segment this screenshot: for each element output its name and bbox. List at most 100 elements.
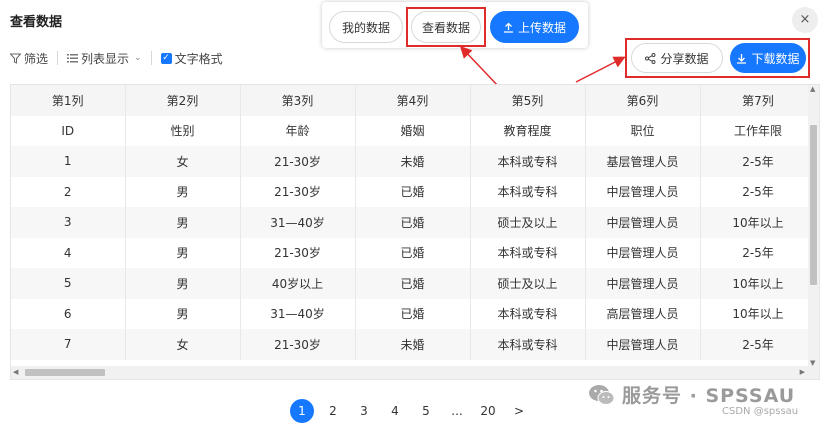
table-cell: 婚姻 [355,115,471,146]
vertical-scroll-thumb[interactable] [810,125,817,285]
table-cell: 已婚 [355,298,471,329]
table-cell: 中层管理人员 [585,329,701,360]
table-cell: 职位 [585,115,701,146]
vertical-scrollbar[interactable]: ▲ ▼ [808,85,819,367]
page-button[interactable]: 2 [321,399,345,423]
table-cell: 21-30岁 [240,176,356,207]
column-header[interactable]: 第2列 [125,85,241,116]
table-cell: 21-30岁 [240,237,356,268]
table-cell: 21-30岁 [240,146,356,177]
table-row: 1 女 21-30岁 未婚 本科或专科 基层管理人员 2-5年 [11,146,817,177]
table-row: ID 性别 年龄 婚姻 教育程度 职位 工作年限 [11,115,817,146]
scroll-left-icon[interactable]: ◀ [13,368,18,376]
pagination: 1 2 3 4 5... 20 > [290,399,538,423]
table-cell: 未婚 [355,146,471,177]
horizontal-scrollbar[interactable]: ◀ ▶ [11,366,819,379]
csdn-watermark: CSDN @spssau [722,406,799,417]
page-button[interactable]: 20 [476,399,500,423]
table-row: 3 男 31—40岁 已婚 硕士及以上 中层管理人员 10年以上 [11,207,817,238]
table-row: 6 男 31—40岁 已婚 本科或专科 高层管理人员 10年以上 [11,298,817,329]
table-cell: 男 [125,176,241,207]
download-data-button[interactable]: 下载数据 [730,43,806,73]
table-cell: 已婚 [355,176,471,207]
table-cell: 教育程度 [470,115,586,146]
table-cell: 已婚 [355,268,471,299]
table-cell: 中层管理人员 [585,268,701,299]
table-cell: 未婚 [355,329,471,360]
table-row: 5 男 40岁以上 已婚 硕士及以上 中层管理人员 10年以上 [11,268,817,299]
wechat-icon [589,384,615,405]
share-data-button[interactable]: 分享数据 [631,43,723,73]
page-button[interactable]: 1 [290,399,314,423]
table-cell: 10年以上 [700,298,817,329]
table-cell: 本科或专科 [470,298,586,329]
table-cell: 31—40岁 [240,207,356,238]
download-data-label: 下载数据 [751,51,800,66]
table-header-row: 第1列 第2列 第3列 第4列 第5列 第6列 第7列 [11,85,817,116]
watermark: 服务号 · SPSSAU [588,381,795,408]
table-row: 2 男 21-30岁 已婚 本科或专科 中层管理人员 2-5年 [11,176,817,207]
table-cell: 40岁以上 [240,268,356,299]
share-download-highlight: 分享数据 下载数据 [625,38,810,78]
table-cell: 2-5年 [700,176,817,207]
table-cell: 本科或专科 [470,237,586,268]
table-cell: 2-5年 [700,329,817,360]
share-icon [645,52,656,64]
column-header[interactable]: 第7列 [700,85,817,116]
table-cell: 1 [11,146,126,177]
table-cell: 7 [11,329,126,360]
table-cell: 已婚 [355,207,471,238]
table-cell: 性别 [125,115,241,146]
table-cell: 中层管理人员 [585,207,701,238]
table-cell: 5 [11,268,126,299]
page-ellipsis: ... [451,404,463,418]
table-cell: 2-5年 [700,146,817,177]
table-cell: 本科或专科 [470,146,586,177]
table-cell: 中层管理人员 [585,237,701,268]
arrow-to-right-group [575,56,626,83]
table-cell: 本科或专科 [470,176,586,207]
watermark-text: 服务号 · SPSSAU [622,385,796,407]
column-header[interactable]: 第1列 [11,85,126,116]
table-cell: 3 [11,207,126,238]
table-cell: 10年以上 [700,207,817,238]
table-cell: 年龄 [240,115,356,146]
table-cell: 已婚 [355,237,471,268]
table-cell: ID [11,115,126,146]
table-cell: 基层管理人员 [585,146,701,177]
table-row: 7 女 21-30岁 未婚 本科或专科 中层管理人员 2-5年 [11,329,817,360]
table-cell: 本科或专科 [470,329,586,360]
scroll-right-icon[interactable]: ▶ [800,368,805,376]
table-cell: 6 [11,298,126,329]
page-button[interactable]: 5 [414,399,438,423]
scroll-up-icon[interactable]: ▲ [810,85,815,93]
table-cell: 男 [125,268,241,299]
column-header[interactable]: 第4列 [355,85,471,116]
table-cell: 工作年限 [700,115,817,146]
table-cell: 硕士及以上 [470,268,586,299]
table-cell: 男 [125,237,241,268]
table-cell: 10年以上 [700,268,817,299]
table-cell: 2-5年 [700,237,817,268]
horizontal-scroll-thumb[interactable] [25,369,105,376]
table-cell: 4 [11,237,126,268]
table-cell: 硕士及以上 [470,207,586,238]
table-cell: 女 [125,146,241,177]
table-cell: 21-30岁 [240,329,356,360]
table-cell: 31—40岁 [240,298,356,329]
next-page-button[interactable]: > [507,399,531,423]
column-header[interactable]: 第6列 [585,85,701,116]
table-cell: 2 [11,176,126,207]
data-table: 第1列 第2列 第3列 第4列 第5列 第6列 第7列 ID 性别 年龄 婚姻 教育程度 职位 工作年限 1… [10,84,820,380]
share-data-label: 分享数据 [660,51,709,66]
column-header[interactable]: 第5列 [470,85,586,116]
page-button[interactable]: 3 [352,399,376,423]
table-cell: 男 [125,298,241,329]
page-button[interactable]: 4 [383,399,407,423]
table-row: 4 男 21-30岁 已婚 本科或专科 中层管理人员 2-5年 [11,237,817,268]
arrow-to-view-data [459,45,501,89]
table-cell: 男 [125,207,241,238]
download-icon [737,53,747,64]
table-cell: 中层管理人员 [585,176,701,207]
column-header[interactable]: 第3列 [240,85,356,116]
